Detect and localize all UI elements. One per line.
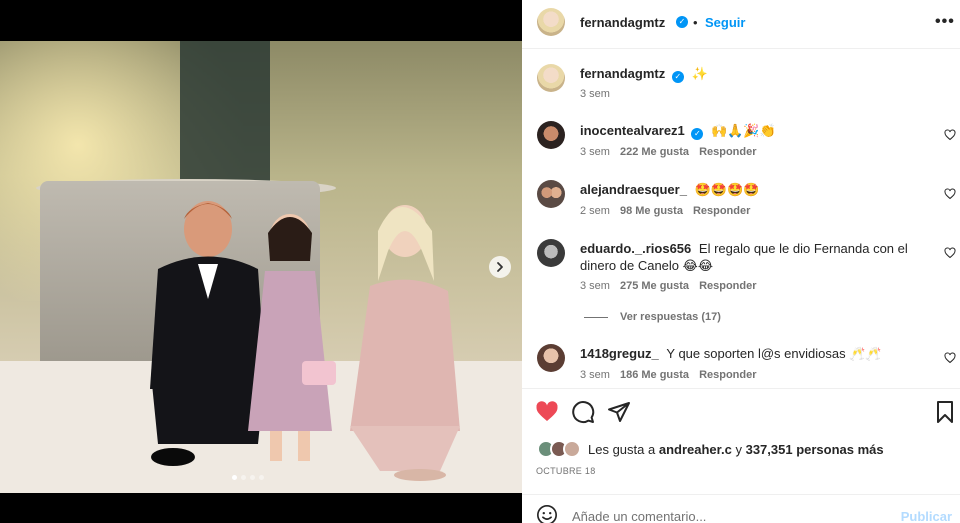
comment-meta: 3 sem 186 Me gusta Responder	[580, 369, 757, 381]
post-header: fernandagmtz ✓ • Seguir •••	[522, 0, 960, 49]
comment-likes[interactable]: 186 Me gusta	[620, 369, 689, 381]
comment-input[interactable]: Añade un comentario...	[572, 509, 706, 523]
likes-connector: y	[735, 442, 742, 457]
comment-username[interactable]: eduardo._.rios656	[580, 241, 691, 256]
chevron-right-icon	[497, 262, 503, 272]
likes-count[interactable]: 337,351 personas más	[746, 442, 884, 457]
follow-button[interactable]: Seguir	[705, 15, 745, 30]
carousel-dot	[259, 475, 264, 480]
caption-meta: 3 sem	[580, 88, 610, 100]
comment: alejandraesquer_ 🤩🤩🤩🤩	[580, 181, 920, 198]
comment-likes[interactable]: 275 Me gusta	[620, 280, 689, 292]
liker-avatar	[563, 440, 581, 458]
comment-username[interactable]: 1418greguz_	[580, 346, 659, 361]
comment-like-icon[interactable]	[944, 129, 956, 141]
comment-like-icon[interactable]	[944, 352, 956, 364]
verified-badge-icon: ✓	[691, 128, 704, 140]
comment: inocentealvarez1 ✓ 🙌🙏🎉👏	[580, 122, 920, 140]
comment-likes[interactable]: 98 Me gusta	[620, 205, 683, 217]
comment-likes[interactable]: 222 Me gusta	[620, 146, 689, 158]
reply-button[interactable]: Responder	[699, 146, 756, 158]
comment-icon[interactable]	[571, 400, 595, 424]
next-image-button[interactable]	[489, 256, 511, 278]
post-date[interactable]: OCTUBRE 18	[536, 466, 596, 476]
comment-username[interactable]: alejandraesquer_	[580, 182, 687, 197]
comment: eduardo._.rios656 El regalo que le dio F…	[580, 240, 920, 274]
comment-meta: 3 sem 222 Me gusta Responder	[580, 146, 757, 158]
caption-avatar[interactable]	[537, 64, 565, 92]
like-heart-icon[interactable]	[535, 400, 559, 424]
post-modal: fernandagmtz ✓ • Seguir ••• fernandagmtz…	[0, 0, 960, 523]
comment-avatar[interactable]	[537, 121, 565, 149]
caption-time[interactable]: 3 sem	[580, 88, 610, 100]
share-icon[interactable]	[607, 400, 631, 424]
comment-avatar[interactable]	[537, 239, 565, 267]
comment-text: 🤩🤩🤩🤩	[694, 182, 760, 197]
comments-list[interactable]: fernandagmtz ✓ ✨ 3 sem inocentealvarez1 …	[522, 50, 960, 388]
media-pane	[0, 0, 522, 523]
comment-avatar[interactable]	[537, 180, 565, 208]
comment-time[interactable]: 2 sem	[580, 205, 610, 217]
caption-text: ✨	[691, 66, 708, 81]
comment-like-icon[interactable]	[944, 247, 956, 259]
header-separator: •	[693, 15, 698, 30]
liker-username[interactable]: andreaher.c	[659, 442, 732, 457]
likers-avatars[interactable]	[537, 440, 585, 458]
comment-username[interactable]: inocentealvarez1	[580, 123, 685, 138]
carousel-dot	[232, 475, 237, 480]
publish-button[interactable]: Publicar	[901, 509, 952, 523]
author-avatar[interactable]	[537, 8, 565, 36]
comment-time[interactable]: 3 sem	[580, 146, 610, 158]
comment-text: 🙌🙏🎉👏	[711, 123, 776, 138]
verified-badge-icon: ✓	[671, 71, 684, 83]
carousel-indicator	[232, 475, 264, 480]
emoji-icon[interactable]	[536, 504, 558, 523]
likes-summary[interactable]: Les gusta a andreaher.c y 337,351 person…	[588, 442, 884, 457]
more-options-icon[interactable]: •••	[935, 13, 955, 31]
verified-badge-icon: ✓	[676, 16, 688, 28]
add-comment-bar: Añade un comentario... Publicar	[522, 494, 960, 523]
likes-prefix: Les gusta a	[588, 442, 656, 457]
caption-username[interactable]: fernandagmtz	[580, 66, 665, 81]
save-bookmark-icon[interactable]	[933, 400, 957, 424]
comment-like-icon[interactable]	[944, 188, 956, 200]
post-photo[interactable]	[0, 41, 522, 493]
reply-button[interactable]: Responder	[699, 280, 756, 292]
comment-time[interactable]: 3 sem	[580, 369, 610, 381]
carousel-dot	[241, 475, 246, 480]
carousel-dot	[250, 475, 255, 480]
reply-button[interactable]: Responder	[693, 205, 750, 217]
caption: fernandagmtz ✓ ✨	[580, 65, 920, 83]
comment-avatar[interactable]	[537, 344, 565, 372]
reply-button[interactable]: Responder	[699, 369, 756, 381]
view-replies-button[interactable]: Ver respuestas (17)	[584, 311, 721, 323]
comment-meta: 2 sem 98 Me gusta Responder	[580, 205, 750, 217]
comment-meta: 3 sem 275 Me gusta Responder	[580, 280, 757, 292]
comment-time[interactable]: 3 sem	[580, 280, 610, 292]
comment: 1418greguz_ Y que soporten l@s envidiosa…	[580, 345, 920, 362]
author-username[interactable]: fernandagmtz	[580, 15, 665, 30]
post-side-panel: fernandagmtz ✓ • Seguir ••• fernandagmtz…	[522, 0, 960, 523]
comment-text: Y que soporten l@s envidiosas 🥂🥂	[666, 346, 882, 361]
